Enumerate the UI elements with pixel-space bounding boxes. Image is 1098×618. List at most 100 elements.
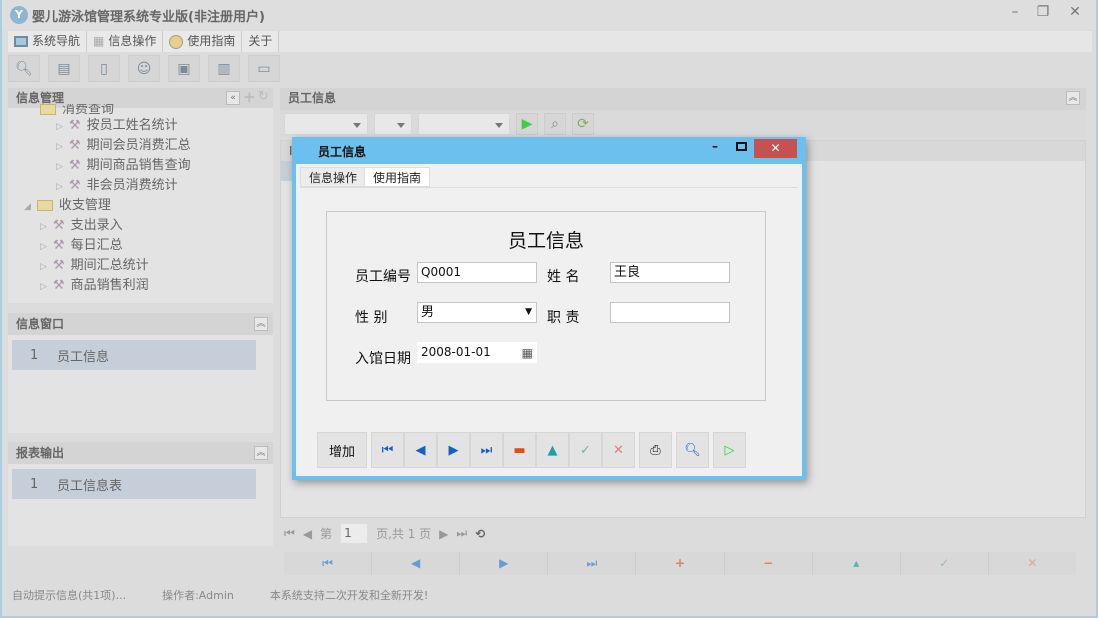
collapse-icon[interactable]: ︽ [254,446,268,460]
reload-icon[interactable]: ⟲ [475,527,485,541]
edit-record-icon[interactable]: ▴ [813,552,901,575]
edit-icon[interactable]: ▲ [536,432,569,468]
tab-guide[interactable]: 使用指南 [364,167,430,187]
delete-record-icon[interactable]: − [725,552,813,575]
first-page-icon[interactable]: ⏮ [284,526,295,541]
collapse-icon[interactable]: ︽ [254,317,268,331]
minimize-button[interactable]: – [1002,4,1028,22]
tree-item[interactable]: ▷⚒期间会员消费汇总 [20,136,270,156]
page-input[interactable]: 1 [340,523,368,544]
play-icon[interactable]: ▶ [516,113,538,135]
window-icon[interactable]: ▭ [248,55,280,82]
tab-info-ops[interactable]: 信息操作 [300,167,366,187]
divider [300,187,798,188]
tool-icon: ⚒ [53,238,65,253]
maximize-button[interactable]: ❐ [1030,4,1056,22]
print-preview-icon[interactable]: 🔍︎ [676,432,709,468]
cancel-icon[interactable]: ✕ [602,432,635,468]
tree-item[interactable]: ▷⚒支出录入 [20,216,270,236]
gender-select[interactable]: 男▼ [417,302,537,323]
tree-item[interactable]: ▷⚒按员工姓名统计 [20,116,270,136]
add-record-icon[interactable]: + [636,552,724,575]
tool-icon: ⚒ [69,178,81,193]
field-select[interactable] [284,113,368,135]
tool-icon: ⚒ [69,138,81,153]
menu-bar: 系统导航 ▦信息操作 使用指南 关于 [8,31,1092,52]
prev-record-icon[interactable]: ◀ [372,552,460,575]
tree-item[interactable]: ▷⚒每日汇总 [20,236,270,256]
job-input[interactable] [610,302,730,323]
info-window-panel: 信息窗口 ︽ 1员工信息 [8,313,273,433]
date-picker[interactable]: 2008-01-01▦ [417,342,537,363]
first-record-icon[interactable]: ⏮ [371,432,404,468]
name-input[interactable]: 王良 [610,262,730,283]
folder-label: 收支管理 [59,198,111,213]
refresh-icon[interactable]: ⟳ [572,113,594,135]
last-record-icon[interactable]: ⏭ [548,552,636,575]
user-icon[interactable]: ☺ [128,55,160,82]
next-record-icon[interactable]: ▶ [437,432,470,468]
list-item[interactable]: 1员工信息表 [12,469,256,499]
tree-item-label: 每日汇总 [71,238,123,253]
confirm-icon[interactable]: ✓ [901,552,989,575]
tool-icon: ⚒ [53,278,65,293]
menu-label: 信息操作 [108,31,156,52]
date-label: 入馆日期 [355,348,411,368]
next-page-icon[interactable]: ▶ [439,527,448,541]
menu-info-ops[interactable]: ▦信息操作 [87,31,163,52]
refresh-icon[interactable]: ↻ [258,89,269,104]
tree-item[interactable]: ▷⚒商品销售利润 [20,276,270,296]
tree-folder[interactable]: 消费查询 [20,104,270,116]
last-record-icon[interactable]: ⏭ [470,432,503,468]
tree-item[interactable]: ▷⚒期间汇总统计 [20,256,270,276]
dialog-body: 信息操作 使用指南 员工信息 员工编号 Q0001 姓 名 王良 性 别 男▼ … [296,164,802,476]
collapse-left-icon[interactable]: « [226,91,240,105]
dialog-close-button[interactable]: ✕ [754,139,797,158]
search-icon[interactable]: ⌕ [544,113,566,135]
tree-item[interactable]: ▷⚒期间商品销售查询 [20,156,270,176]
document-icon[interactable]: ▯ [88,55,120,82]
emp-no-input[interactable]: Q0001 [417,262,537,283]
list-icon[interactable]: ▤ [48,55,80,82]
tree-item-label: 商品销售利润 [71,278,149,293]
tree-item[interactable]: ▷⚒非会员消费统计 [20,176,270,196]
cancel-icon[interactable]: ✕ [989,552,1076,575]
add-button[interactable]: 增加 [317,432,367,468]
status-note: 本系统支持二次开发和全新开发! [270,589,428,602]
main-toolbar: 🔍︎ ▤ ▯ ☺ ▣ ▥ ▭ [8,55,280,82]
window-add-icon[interactable]: ▥ [208,55,240,82]
employee-dialog: 员工信息 – ✕ 信息操作 使用指南 员工信息 员工编号 Q0001 姓 名 王… [292,137,806,480]
close-button[interactable]: ✕ [1062,4,1088,22]
folder-label: 消费查询 [62,104,114,116]
prev-page-icon[interactable]: ◀ [303,527,312,541]
tree-folder[interactable]: ◢收支管理 [20,196,270,216]
search-icon[interactable]: 🔍︎ [8,55,40,82]
grid-icon: ▦ [93,31,104,52]
collapse-icon[interactable]: ︽ [1066,91,1080,105]
menu-guide[interactable]: 使用指南 [163,31,242,52]
prev-record-icon[interactable]: ◀ [404,432,437,468]
menu-system-nav[interactable]: 系统导航 [8,31,87,52]
dialog-minimize-button[interactable]: – [712,139,718,153]
confirm-icon[interactable]: ✓ [569,432,602,468]
menu-label: 系统导航 [32,31,80,52]
print-icon[interactable]: ⎙ [639,432,672,468]
folder-icon [37,200,53,211]
last-page-icon[interactable]: ⏭ [456,526,467,541]
dialog-toolbar: 增加 ⏮ ◀ ▶ ⏭ ▬ ▲ ✓ ✕ ⎙ 🔍︎ ▷ [317,432,746,468]
dialog-maximize-button[interactable] [736,142,747,151]
run-icon[interactable]: ▷ [713,432,746,468]
monitor-icon[interactable]: ▣ [168,55,200,82]
first-record-icon[interactable]: ⏮ [284,552,372,575]
value-select[interactable] [418,113,510,135]
job-label: 职 责 [547,307,579,327]
operator-select[interactable] [374,113,412,135]
delete-icon[interactable]: ▬ [503,432,536,468]
menu-about[interactable]: 关于 [242,31,279,52]
calendar-icon[interactable]: ▦ [522,344,533,363]
panel-title: 员工信息 [280,88,1086,108]
window-title: 婴儿游泳馆管理系统专业版(非注册用户) [32,6,265,25]
clock-icon [169,35,183,49]
next-record-icon[interactable]: ▶ [460,552,548,575]
list-item[interactable]: 1员工信息 [12,340,256,370]
